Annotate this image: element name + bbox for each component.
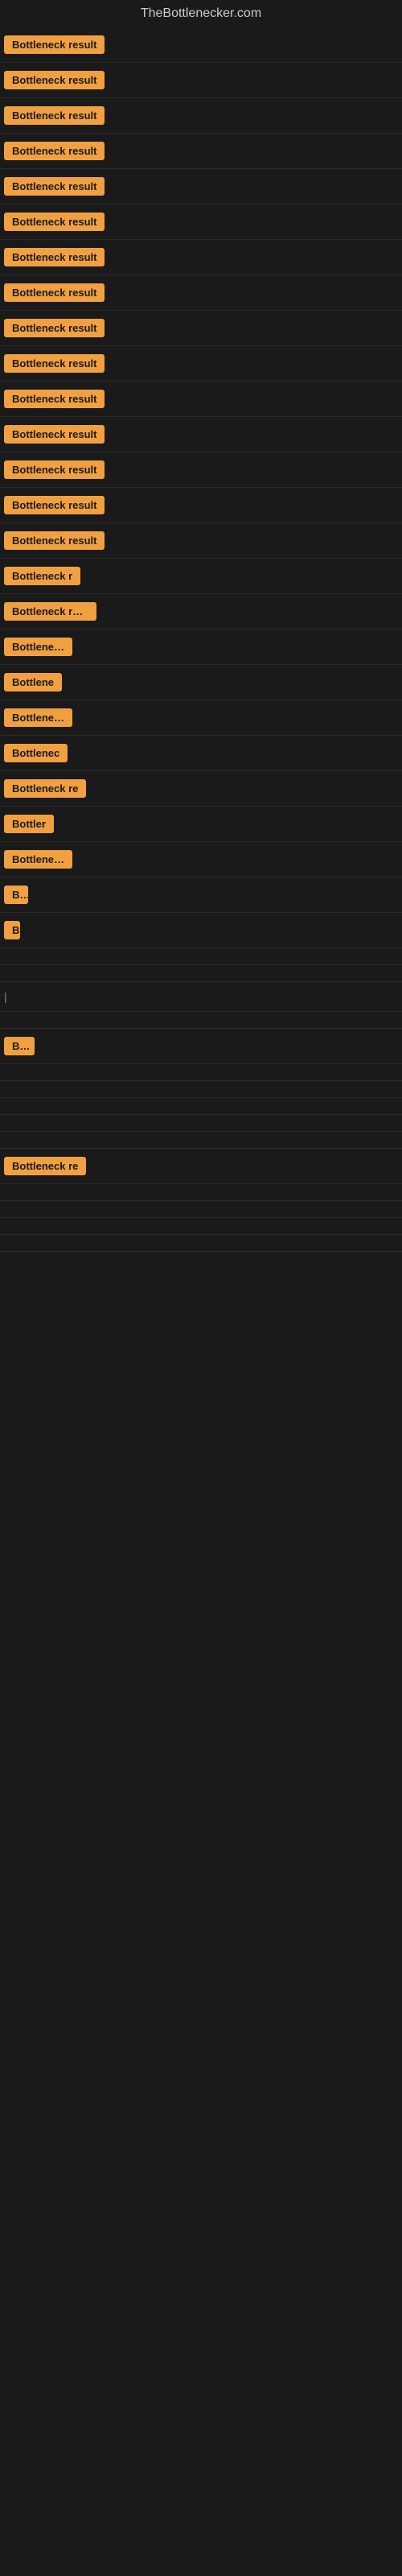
list-item: Bot: [0, 1029, 402, 1064]
list-item: Bo: [0, 877, 402, 913]
list-item: [0, 1098, 402, 1115]
list-item: [0, 965, 402, 982]
bottleneck-badge[interactable]: Bottleneck resu: [4, 602, 96, 621]
bottleneck-badge[interactable]: Bottleneck r: [4, 567, 80, 585]
list-item: Bottler: [0, 807, 402, 842]
list-item: Bottleneck: [0, 842, 402, 877]
list-item: Bottleneck result: [0, 417, 402, 452]
list-item: Bottlenec: [0, 736, 402, 771]
list-item: Bottleneck result: [0, 311, 402, 346]
separator: |: [4, 990, 7, 1003]
list-item: Bottleneck result: [0, 98, 402, 134]
bottleneck-badge[interactable]: Bottleneck result: [4, 354, 105, 373]
list-item: Bottleneck result: [0, 346, 402, 382]
bottleneck-badge[interactable]: Bottleneck result: [4, 283, 105, 302]
list-item: |: [0, 982, 402, 1012]
bottleneck-badge[interactable]: Bottleneck result: [4, 248, 105, 266]
bottleneck-badge[interactable]: B: [4, 921, 20, 939]
list-item: [0, 1201, 402, 1218]
bottleneck-badge[interactable]: Bottlenec: [4, 744, 68, 762]
bottleneck-badge[interactable]: Bottleneck result: [4, 531, 105, 550]
bottleneck-badge[interactable]: Bottleneck result: [4, 142, 105, 160]
bottleneck-badge[interactable]: Bottleneck result: [4, 106, 105, 125]
bottleneck-badge[interactable]: Bot: [4, 1037, 35, 1055]
site-title: TheBottlenecker.com: [0, 0, 402, 27]
list-item: Bottleneck: [0, 700, 402, 736]
list-item: Bottleneck result: [0, 523, 402, 559]
list-item: Bottleneck result: [0, 488, 402, 523]
list-item: Bottleneck result: [0, 134, 402, 169]
bottleneck-badge[interactable]: Bottler: [4, 815, 54, 833]
bottleneck-badge[interactable]: Bottleneck result: [4, 35, 105, 54]
list-item: [0, 1081, 402, 1098]
bottleneck-badge[interactable]: Bottleneck result: [4, 425, 105, 444]
bottleneck-badge[interactable]: Bottleneck re: [4, 779, 86, 798]
list-item: B: [0, 913, 402, 948]
list-item: [0, 1235, 402, 1252]
list-item: [0, 1064, 402, 1081]
list-item: [0, 1218, 402, 1235]
list-item: [0, 1012, 402, 1029]
bottleneck-badge[interactable]: Bottleneck result: [4, 177, 105, 196]
bottleneck-badge[interactable]: Bottleneck result: [4, 496, 105, 514]
list-item: Bottleneck result: [0, 240, 402, 275]
bottleneck-badge[interactable]: Bottleneck result: [4, 319, 105, 337]
bottleneck-badge[interactable]: Bottleneck result: [4, 213, 105, 231]
bottleneck-badge[interactable]: Bottleneck: [4, 850, 72, 869]
list-item: [0, 1184, 402, 1201]
list-item: Bottleneck result: [0, 27, 402, 63]
list-item: [0, 948, 402, 965]
list-item: Bottleneck result: [0, 382, 402, 417]
bottleneck-badge[interactable]: Bottleneck result: [4, 390, 105, 408]
bottleneck-badge[interactable]: Bottleneck result: [4, 460, 105, 479]
bottleneck-badge[interactable]: Bottleneck: [4, 638, 72, 656]
list-item: Bottleneck result: [0, 63, 402, 98]
list-item: Bottleneck: [0, 630, 402, 665]
list-item: Bottleneck r: [0, 559, 402, 594]
list-item: Bottleneck result: [0, 169, 402, 204]
list-item: [0, 1115, 402, 1132]
list-item: Bottlene: [0, 665, 402, 700]
list-item: Bottleneck result: [0, 452, 402, 488]
list-item: Bottleneck resu: [0, 594, 402, 630]
bottleneck-badge[interactable]: Bo: [4, 886, 28, 904]
bottleneck-badge[interactable]: Bottleneck result: [4, 71, 105, 89]
bottleneck-badge[interactable]: Bottleneck: [4, 708, 72, 727]
site-title-text: TheBottlenecker.com: [141, 6, 261, 20]
list-item: Bottleneck result: [0, 204, 402, 240]
bottleneck-badge[interactable]: Bottleneck re: [4, 1157, 86, 1175]
bottleneck-badge[interactable]: Bottlene: [4, 673, 62, 691]
list-item: [0, 1132, 402, 1149]
list-item: Bottleneck re: [0, 771, 402, 807]
list-item: Bottleneck re: [0, 1149, 402, 1184]
list-item: Bottleneck result: [0, 275, 402, 311]
